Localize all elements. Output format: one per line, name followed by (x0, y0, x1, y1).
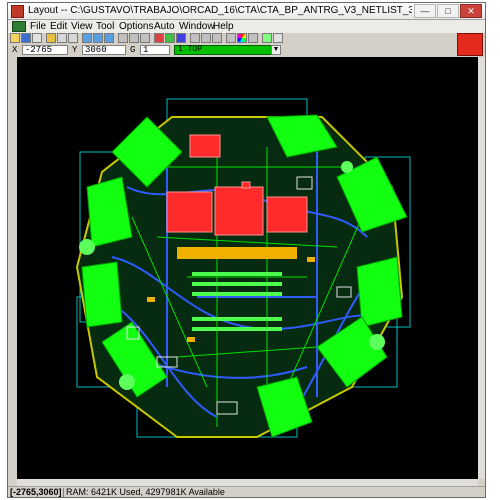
layer-select[interactable]: 1 TOP (174, 45, 280, 55)
route-icon[interactable] (154, 33, 164, 43)
status-ram: RAM: 6421K Used, 4297981K Available (66, 487, 225, 497)
online-drc-icon[interactable] (262, 33, 272, 43)
menu-options[interactable]: Options (119, 20, 153, 33)
text-icon[interactable] (190, 33, 200, 43)
zoom-in-icon[interactable] (82, 33, 92, 43)
close-button[interactable]: ✕ (460, 4, 482, 18)
toolbar (8, 33, 456, 44)
save-icon[interactable] (21, 33, 31, 43)
layer-dropdown-icon[interactable]: ▼ (271, 45, 281, 55)
y-label: Y (72, 45, 78, 55)
print-icon[interactable] (32, 33, 42, 43)
menu-help[interactable]: Help (213, 20, 234, 33)
horizontal-scrollbar[interactable] (17, 479, 478, 486)
y-coordinate-field[interactable]: 3060 (82, 45, 126, 55)
x-label: X (12, 45, 18, 55)
x-coordinate-field[interactable]: -2765 (22, 45, 68, 55)
color-palette-icon[interactable] (237, 33, 247, 43)
copy-icon[interactable] (68, 33, 78, 43)
layout-window: Layout -- C:\GUSTAVO\TRABAJO\ORCAD_16\CT… (7, 2, 486, 498)
status-separator (63, 488, 64, 497)
status-coordinates: [-2765,3060] (10, 487, 62, 497)
via-icon[interactable] (165, 33, 175, 43)
layer-icon[interactable] (176, 33, 186, 43)
zoom-fit-icon[interactable] (104, 33, 114, 43)
open-icon[interactable] (46, 33, 56, 43)
minimize-button[interactable]: — (414, 4, 436, 18)
menu-auto[interactable]: Auto (154, 20, 175, 33)
menu-file[interactable]: File (30, 20, 46, 33)
obstacle-icon[interactable] (201, 33, 211, 43)
grid-field[interactable]: 1 (140, 45, 170, 55)
grid-label: G (130, 45, 136, 55)
measure-icon[interactable] (212, 33, 222, 43)
title-bar[interactable]: Layout -- C:\GUSTAVO\TRABAJO\ORCAD_16\CT… (8, 3, 485, 20)
menu-view[interactable]: View (71, 20, 93, 33)
status-color-indicator (457, 33, 483, 56)
zoom-out-icon[interactable] (93, 33, 103, 43)
vertical-scrollbar[interactable] (478, 57, 485, 479)
coordinate-bar: X -2765 Y 3060 G 1 1 TOP ▼ (8, 44, 456, 56)
component-icon[interactable] (129, 33, 139, 43)
menu-window[interactable]: Window (179, 20, 215, 33)
maximize-button[interactable]: □ (437, 4, 459, 18)
menu-edit[interactable]: Edit (50, 20, 67, 33)
pcb-canvas[interactable] (17, 57, 478, 479)
window-title: Layout -- C:\GUSTAVO\TRABAJO\ORCAD_16\CT… (28, 5, 412, 16)
drc-icon[interactable] (226, 33, 236, 43)
reconnect-icon[interactable] (248, 33, 258, 43)
select-icon[interactable] (118, 33, 128, 43)
pcb-board-drawing (75, 98, 411, 438)
layout-menu-icon[interactable] (12, 21, 26, 32)
menu-tool[interactable]: Tool (96, 20, 114, 33)
status-bar: [-2765,3060] RAM: 6421K Used, 4297981K A… (8, 486, 485, 497)
refresh-icon[interactable] (273, 33, 283, 43)
pin-icon[interactable] (140, 33, 150, 43)
new-icon[interactable] (10, 33, 20, 43)
cut-icon[interactable] (57, 33, 67, 43)
menu-bar: File Edit View Tool Options Auto Window … (8, 20, 485, 33)
app-icon[interactable] (11, 5, 24, 18)
